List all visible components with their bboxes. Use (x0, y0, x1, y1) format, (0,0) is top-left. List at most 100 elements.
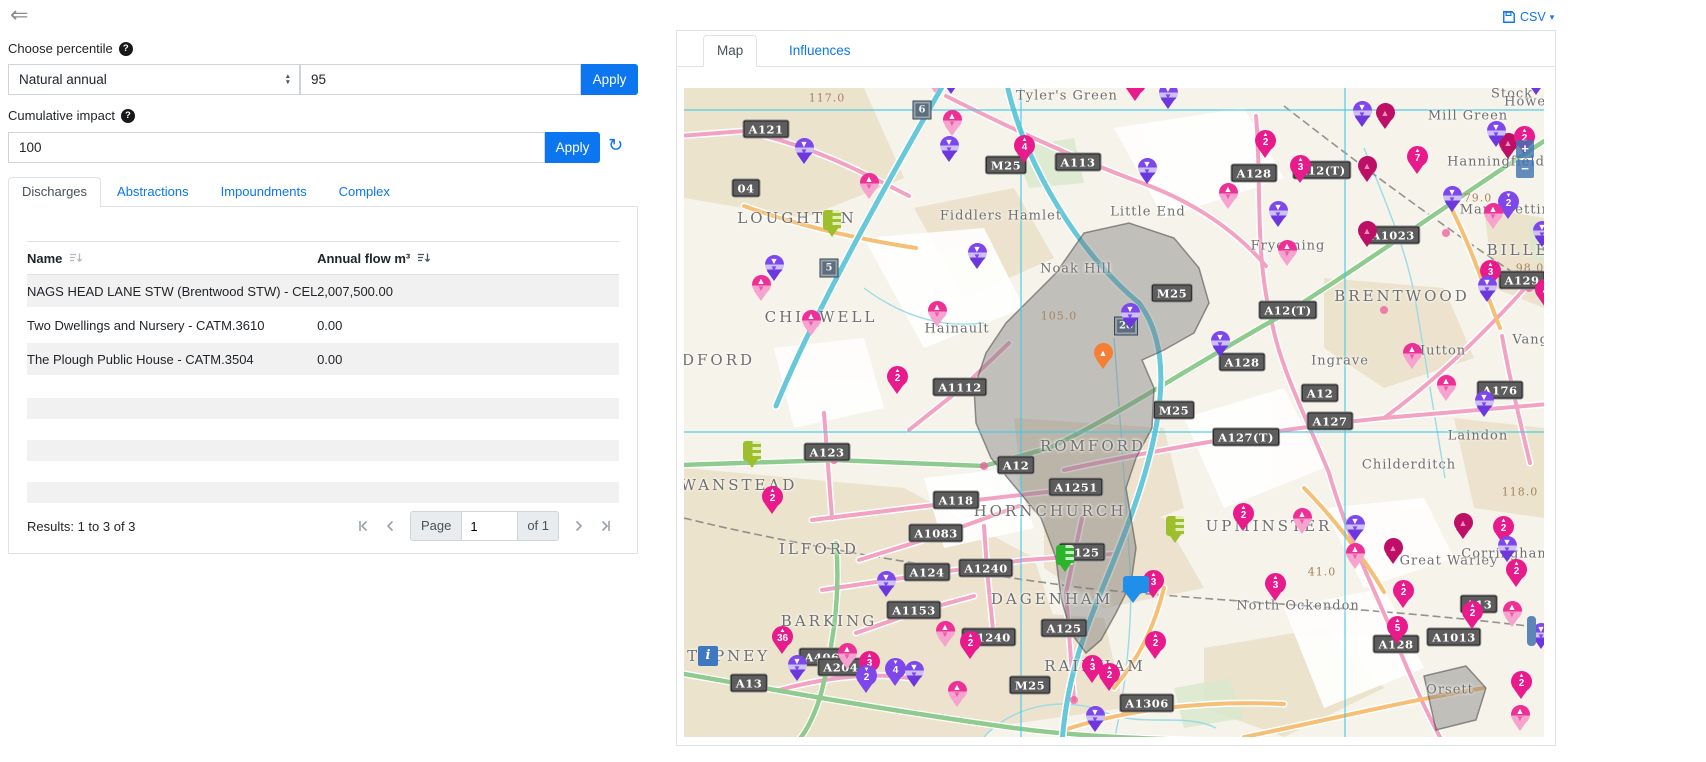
discharge-cluster-marker[interactable]: ▲3 (1265, 573, 1285, 601)
next-page-button[interactable] (572, 519, 586, 533)
large-discharge-marker[interactable]: ▲ (1357, 221, 1377, 249)
abstraction-marker[interactable]: ▼▼ (1210, 331, 1230, 359)
tab-complex[interactable]: Complex (323, 177, 406, 207)
abstraction-marker[interactable]: ▼▼ (1085, 706, 1105, 734)
large-discharge-marker[interactable]: ▲ (1375, 103, 1395, 131)
discharge-cluster-marker[interactable]: ▲2 (1145, 631, 1165, 659)
discharge-cluster-marker[interactable]: ▲5 (1387, 616, 1407, 644)
discharge-cluster-marker[interactable]: ▲2 (1233, 503, 1253, 531)
discharge-cluster-marker[interactable]: ▲2 (887, 366, 907, 394)
selected-marker[interactable] (1123, 576, 1143, 604)
discharge-cluster-marker[interactable]: ▲4 (1535, 279, 1544, 307)
discharge-marker[interactable]: ▲▼ (1402, 343, 1422, 371)
discharge-cluster-marker[interactable]: ▲2 (1511, 671, 1531, 699)
discharge-cluster-marker[interactable]: ▲2 (1393, 580, 1413, 608)
abstraction-marker[interactable]: ▼▼ (1120, 303, 1140, 331)
map-scrollbar-thumb[interactable] (1527, 616, 1536, 646)
info-button[interactable]: i (698, 646, 718, 666)
abstraction-marker[interactable]: ▼▼ (1532, 221, 1544, 249)
abstraction-marker[interactable]: ▼▼ (967, 243, 987, 271)
zoom-out-button[interactable]: − (1516, 160, 1534, 178)
tab-influences[interactable]: Influences (779, 35, 861, 67)
abstraction-marker[interactable]: ▼▼ (1137, 158, 1157, 186)
impoundment-marker[interactable] (822, 210, 842, 238)
col-header-annual-flow[interactable]: Annual flow m³ (317, 251, 410, 266)
discharge-marker[interactable]: ▲▼ (1502, 601, 1522, 629)
abstraction-marker[interactable]: ▼▼ (904, 661, 924, 689)
discharge-cluster-marker[interactable]: ▲7 (1125, 88, 1145, 101)
discharge-cluster-marker[interactable]: ▲2 (1506, 559, 1526, 587)
discharge-marker[interactable]: ▲▼ (859, 173, 879, 201)
map-canvas[interactable]: + − i Tyler's GreenStockHowe GrMill Gree… (684, 88, 1544, 737)
table-row[interactable]: The Plough Public House - CATM.35040.00 (27, 343, 619, 377)
back-icon[interactable]: ⇐ (10, 2, 28, 28)
discharge-marker[interactable]: ▲▼ (751, 275, 771, 303)
csv-export-button[interactable]: CSV ▾ (1502, 10, 1554, 24)
abstraction-cluster-marker[interactable]: ▼2 (856, 665, 876, 693)
refresh-icon[interactable]: ↻ (608, 135, 623, 156)
abstraction-marker[interactable]: ▼▼ (941, 88, 961, 96)
abstraction-marker[interactable]: ▼▼ (1474, 391, 1494, 419)
table-row[interactable]: NAGS HEAD LANE STW (Brentwood STW) - CEL… (27, 275, 619, 309)
discharge-cluster-marker[interactable]: ▲2 (1462, 601, 1482, 629)
discharge-marker[interactable]: ▲▼ (947, 681, 967, 709)
abstraction-marker[interactable]: ▼▼ (1345, 515, 1365, 543)
help-icon[interactable]: ? (121, 109, 135, 123)
prev-page-button[interactable] (383, 519, 397, 533)
cumulative-input[interactable] (8, 132, 545, 163)
discharge-cluster-marker[interactable]: ▲2 (1099, 663, 1119, 691)
tab-impoundments[interactable]: Impoundments (205, 177, 323, 207)
abstraction-marker[interactable]: ▼▼ (787, 655, 807, 683)
tab-map[interactable]: Map (703, 35, 757, 67)
large-discharge-marker[interactable]: ▲ (1453, 513, 1473, 541)
abstraction-marker[interactable]: ▼▼ (1526, 88, 1544, 97)
first-page-button[interactable] (356, 519, 370, 533)
discharge-marker[interactable]: ▲▼ (1510, 705, 1530, 733)
discharge-cluster-marker[interactable]: ▲36 (772, 626, 792, 654)
abstraction-marker[interactable]: ▼▼ (1486, 121, 1506, 149)
percentile-apply-button[interactable]: Apply (581, 64, 638, 95)
cumulative-apply-button[interactable]: Apply (545, 132, 600, 163)
sort-icon-active[interactable] (417, 252, 431, 264)
tab-abstractions[interactable]: Abstractions (101, 177, 205, 207)
col-header-name[interactable]: Name (27, 251, 62, 266)
discharge-marker[interactable]: ▲▼ (942, 110, 962, 138)
table-row[interactable]: Two Dwellings and Nursery - CATM.36100.0… (27, 309, 619, 343)
zoom-in-button[interactable]: + (1516, 140, 1534, 158)
discharge-cluster-marker[interactable]: ▲2 (960, 631, 980, 659)
discharge-marker[interactable]: ▲▼ (837, 643, 857, 671)
sort-icon[interactable] (69, 252, 83, 264)
abstraction-marker[interactable]: ▼▼ (794, 138, 814, 166)
tab-discharges[interactable]: Discharges (8, 177, 101, 207)
abstraction-marker[interactable]: ▼▼ (1158, 88, 1178, 111)
large-discharge-marker[interactable]: ▲ (1383, 538, 1403, 566)
abstraction-marker[interactable]: ▼▼ (876, 571, 896, 599)
discharge-marker[interactable]: ▲▼ (1277, 240, 1297, 268)
percentile-input[interactable] (300, 64, 581, 95)
discharge-marker[interactable]: ▲▼ (1345, 543, 1365, 571)
page-input[interactable] (462, 511, 518, 541)
abstraction-marker[interactable]: ▼▼ (1268, 201, 1288, 229)
discharge-cluster-marker[interactable]: ▲3 (1290, 155, 1310, 183)
abstraction-marker[interactable]: ▼▼ (939, 136, 959, 164)
discharge-marker[interactable]: ▲▼ (801, 310, 821, 338)
impoundment-marker[interactable] (1165, 516, 1185, 544)
discharge-marker[interactable]: ▲▼ (927, 301, 947, 329)
discharge-marker[interactable]: ▲▼ (935, 621, 955, 649)
discharge-marker[interactable]: ▲▼ (1483, 203, 1503, 231)
discharge-marker[interactable]: ▲▼ (1292, 508, 1312, 536)
complex-marker[interactable]: ▲ (1093, 343, 1113, 371)
discharge-cluster-marker[interactable]: ▲2 (762, 486, 782, 514)
last-page-button[interactable] (599, 519, 613, 533)
impoundment-marker[interactable] (742, 441, 762, 469)
discharge-cluster-marker[interactable]: ▲7 (1407, 146, 1427, 174)
large-discharge-marker[interactable]: ▲ (1357, 156, 1377, 184)
discharge-marker[interactable]: ▲▼ (1218, 183, 1238, 211)
abstraction-marker[interactable]: ▼▼ (1352, 101, 1372, 129)
percentile-select[interactable]: Natural annual ▲▼ (8, 64, 300, 95)
help-icon[interactable]: ? (119, 42, 133, 56)
impoundment-marker[interactable] (1055, 545, 1075, 573)
abstraction-marker[interactable]: ▼▼ (1477, 276, 1497, 304)
discharge-cluster-marker[interactable]: ▲4 (1014, 135, 1034, 163)
discharge-marker[interactable]: ▲▼ (1436, 375, 1456, 403)
